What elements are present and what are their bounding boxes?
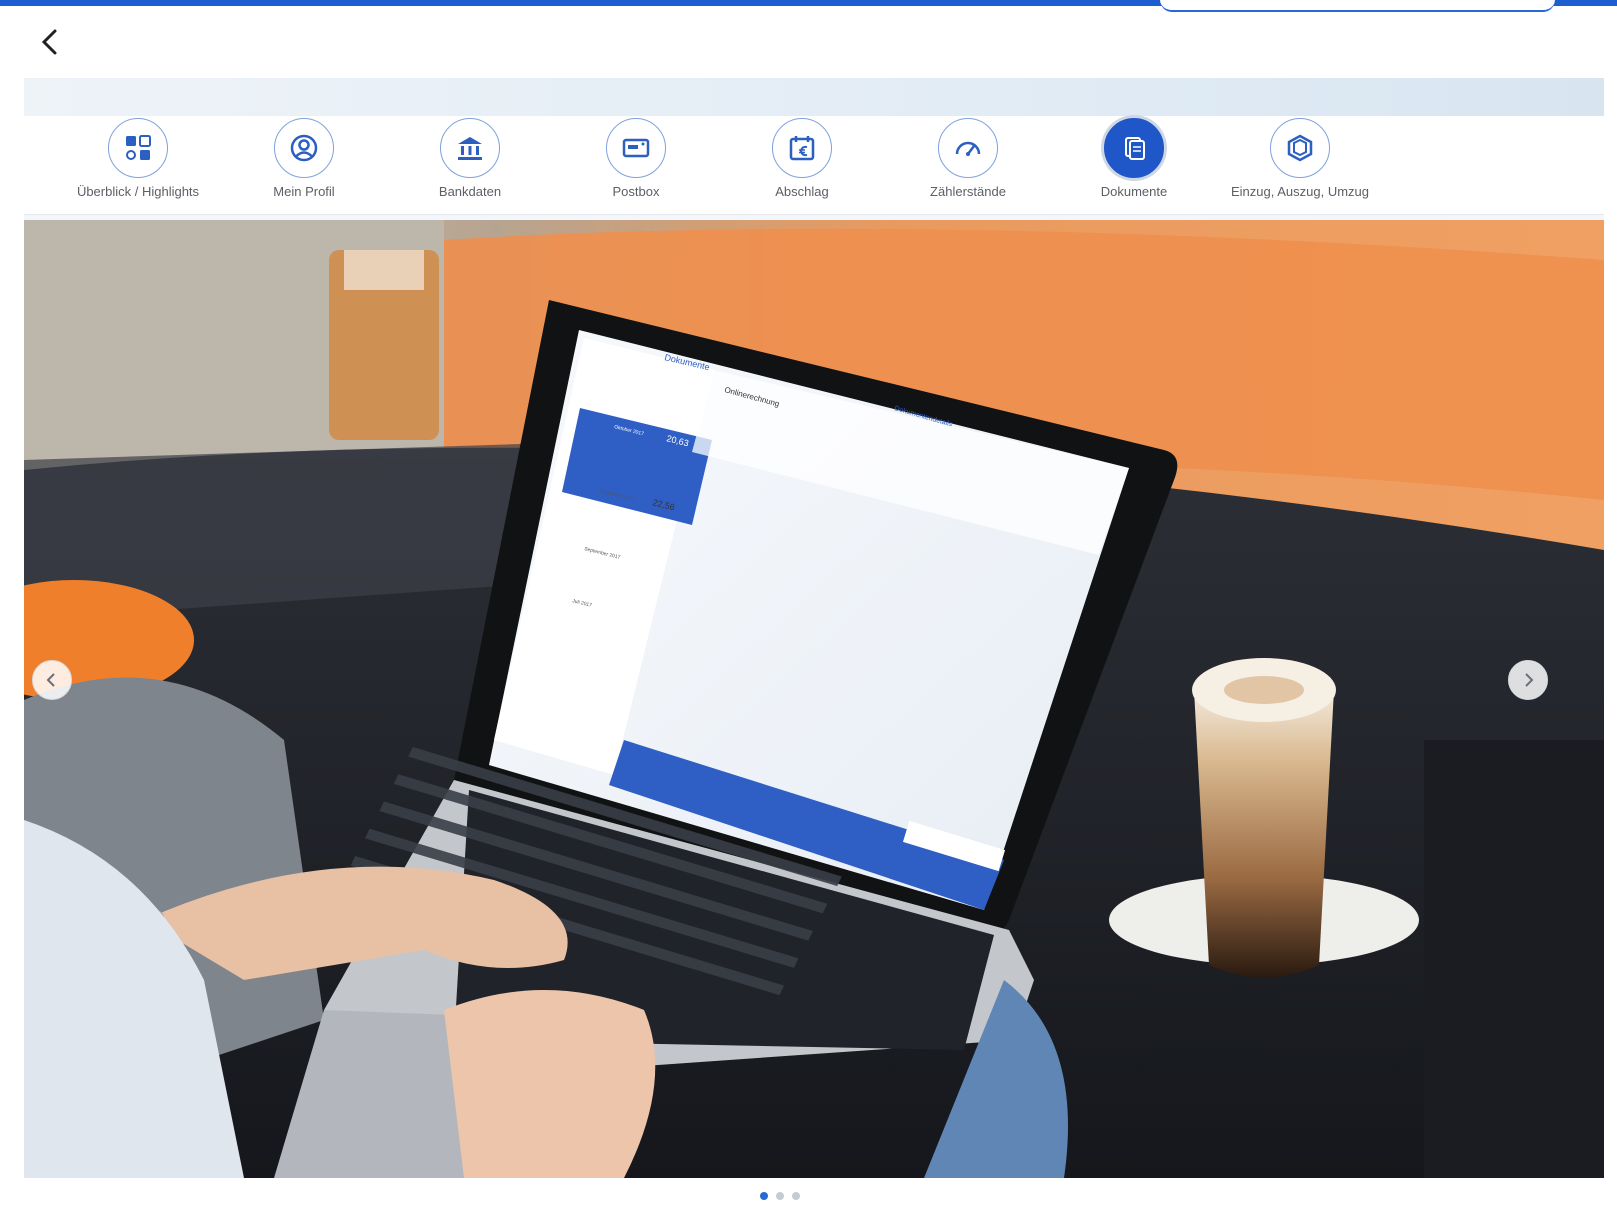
header-strip	[24, 78, 1604, 116]
nav-icon-circle	[108, 118, 168, 178]
carousel-dot[interactable]	[760, 1192, 768, 1200]
nav-label: Abschlag	[775, 184, 829, 199]
nav-label: Überblick / Highlights	[76, 184, 200, 199]
nav-item-dokumente[interactable]: Dokumente	[1049, 118, 1219, 199]
nav-icon-circle	[606, 118, 666, 178]
nav-label: Mein Profil	[273, 184, 335, 199]
nav-item-postbox[interactable]: Postbox	[551, 118, 721, 199]
nav-label: Einzug, Auszug, Umzug	[1230, 184, 1370, 199]
category-nav: Überblick / Highlights Mein Profil Bankd…	[24, 116, 1604, 215]
carousel-prev-button[interactable]	[32, 660, 72, 700]
nav-item-bankdaten[interactable]: Bankdaten	[385, 118, 555, 199]
nav-label: Bankdaten	[438, 184, 502, 199]
nav-item-abschlag[interactable]: Abschlag	[717, 118, 887, 199]
back-button[interactable]	[36, 24, 64, 60]
nav-icon-circle	[1270, 118, 1330, 178]
nav-icon-circle	[274, 118, 334, 178]
top-tab-indicator	[1160, 0, 1555, 12]
bank-icon	[458, 137, 482, 160]
nav-icon-circle	[938, 118, 998, 178]
laptop-cafe-photo: Dokumente Dokumentendetails Onlinerechnu…	[24, 220, 1604, 1178]
carousel-dot[interactable]	[792, 1192, 800, 1200]
user-icon	[290, 134, 318, 162]
gauge-icon	[955, 141, 981, 156]
nav-label: Dokumente	[1100, 184, 1168, 199]
nav-icon-circle-active	[1104, 118, 1164, 178]
nav-label: Postbox	[612, 184, 660, 199]
nav-icon-circle	[440, 118, 500, 178]
nav-item-ueberblick[interactable]: Überblick / Highlights	[53, 118, 223, 199]
carousel-dots	[760, 1192, 800, 1200]
mailbox-icon	[622, 138, 650, 158]
nav-item-einzug-auszug-umzug[interactable]: Einzug, Auszug, Umzug	[1215, 118, 1385, 199]
hero-image: Dokumente Dokumentendetails Onlinerechnu…	[24, 220, 1604, 1178]
carousel-next-button[interactable]	[1508, 660, 1548, 700]
nav-item-zaehlerstaende[interactable]: Zählerstände	[883, 118, 1053, 199]
chevron-left-icon	[41, 29, 57, 55]
carousel-dot[interactable]	[776, 1192, 784, 1200]
calendar-euro-icon	[789, 136, 815, 161]
nav-item-mein-profil[interactable]: Mein Profil	[219, 118, 389, 199]
chevron-right-icon	[1525, 673, 1534, 687]
nav-icon-circle	[772, 118, 832, 178]
dashboard-icon	[126, 135, 151, 160]
box-icon	[1287, 134, 1313, 162]
nav-label: Zählerstände	[930, 184, 1006, 199]
chevron-left-icon	[46, 673, 55, 687]
main-content: Überblick / Highlights Mein Profil Bankd…	[24, 78, 1604, 1178]
documents-icon	[1125, 137, 1145, 160]
